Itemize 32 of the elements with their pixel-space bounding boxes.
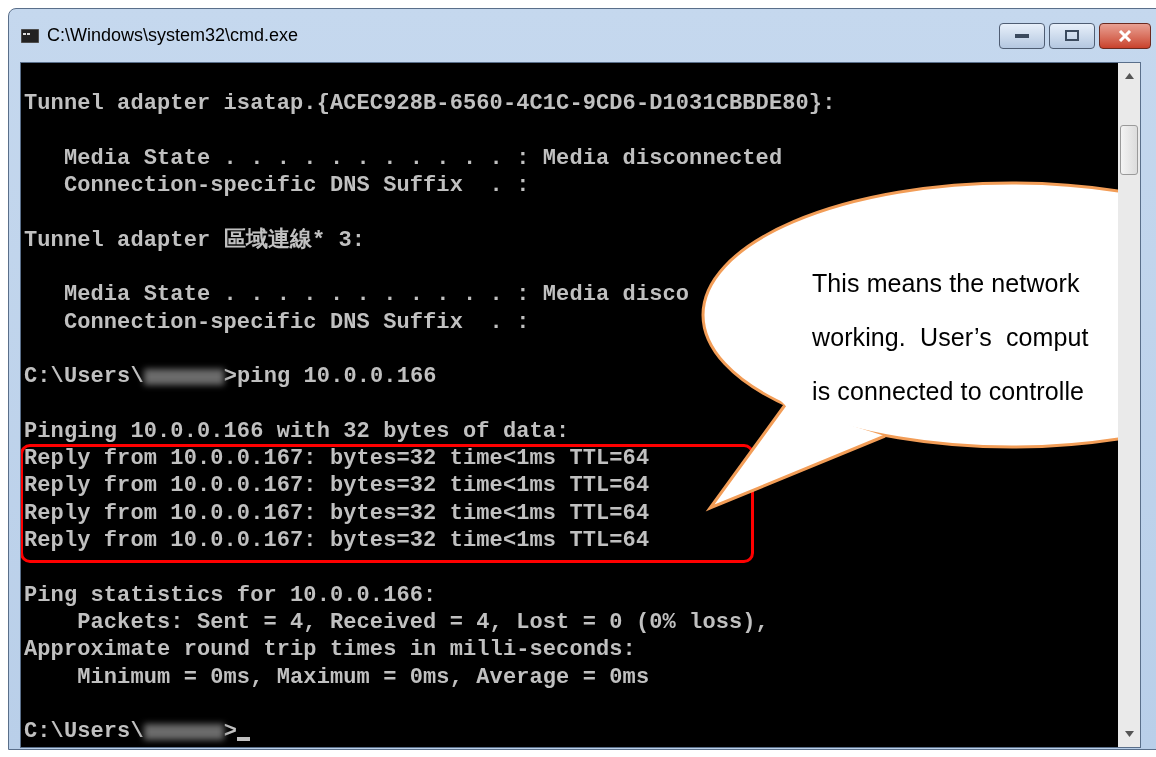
close-button[interactable]: [1099, 22, 1151, 49]
maximize-button[interactable]: [1049, 22, 1095, 49]
console-line: Ping statistics for 10.0.0.166:: [24, 582, 437, 608]
console-line: Tunnel adapter 區域連線* 3:: [24, 227, 366, 253]
minimize-button[interactable]: [999, 22, 1045, 49]
callout-text: This means the network working. User’s comput is connected to controlle: [812, 268, 1090, 407]
console-line: Tunnel adapter isatap.{ACEC928B-6560-4C1C-9CD6-D1031CBBDE80}:: [24, 91, 836, 117]
scroll-up-icon: [1124, 73, 1134, 79]
console-line: Packets: Sent = 4, Received = 4, Lost = 0 (0% loss),: [76, 609, 769, 635]
console-command: >: [223, 718, 238, 746]
scroll-thumb[interactable]: [1120, 125, 1138, 175]
console-line: Reply from 10.0.0.167: bytes=32 time<1ms TTL=64: [24, 473, 650, 499]
console-line: Approximate round trip times in milli-seconds:: [24, 637, 636, 663]
console-prompt: C:\Users\: [24, 363, 144, 391]
console-line: Pinging 10.0.0.166 with 32 bytes of data:: [24, 418, 570, 444]
maximize-icon: [1065, 30, 1079, 41]
console-line: Media State . . . . . . . . . . . : Media disco: [62, 282, 690, 308]
window-title: C:\Windows\system32\cmd.exe: [47, 24, 299, 47]
console-line: Reply from 10.0.0.167: bytes=32 time<1ms TTL=64: [24, 446, 650, 472]
scroll-down-icon: [1124, 731, 1134, 737]
console-line: Connection-specific DNS Suffix . :: [62, 309, 530, 335]
console-line: Connection-specific DNS Suffix . :: [62, 173, 530, 199]
console-prompt: C:\Users\: [24, 718, 144, 746]
console-command: >ping 10.0.0.166: [223, 363, 437, 391]
console-app-icon: [21, 28, 39, 43]
console-line: Reply from 10.0.0.167: bytes=32 time<1ms TTL=64: [24, 500, 650, 526]
scrollbar[interactable]: [1118, 63, 1140, 747]
console-line: Minimum = 0ms, Maximum = 0ms, Average = 0ms: [76, 664, 650, 690]
console-line: Reply from 10.0.0.167: bytes=32 time<1ms TTL=64: [24, 528, 650, 554]
close-icon: [1118, 29, 1132, 42]
minimize-icon: [1015, 33, 1029, 38]
console-line: Media State . . . . . . . . . . . : Media disconnected: [62, 145, 783, 171]
